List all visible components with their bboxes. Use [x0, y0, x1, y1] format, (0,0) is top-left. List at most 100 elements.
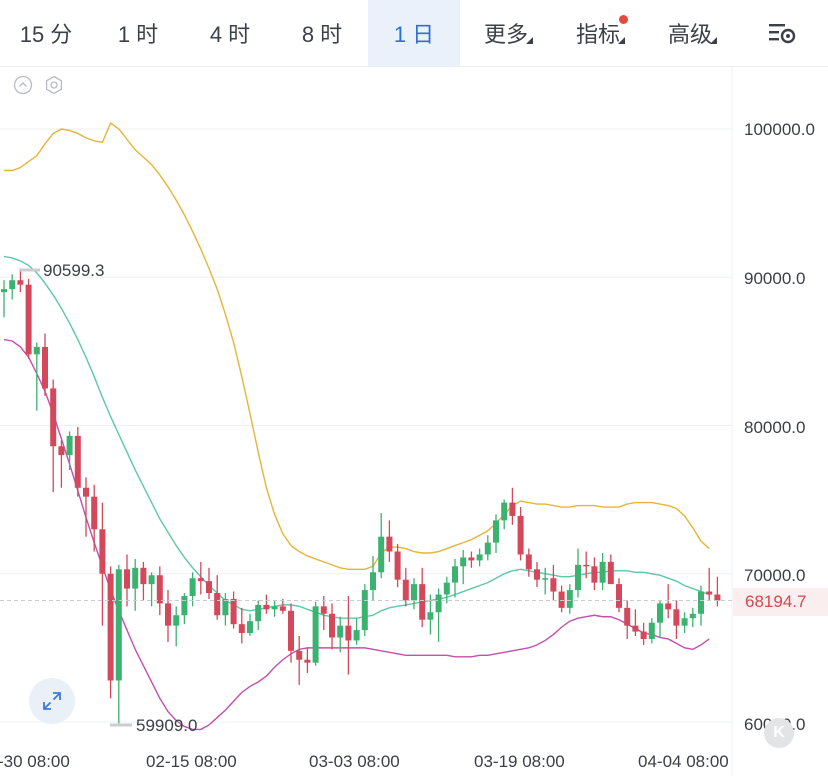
y-tick-label: 100000.0: [744, 120, 815, 139]
candle-body: [189, 578, 196, 596]
tab-8h[interactable]: 8 时: [276, 0, 368, 66]
candle-body: [255, 604, 262, 622]
candle-body: [632, 625, 639, 632]
candle-body: [476, 554, 483, 561]
candle-body: [525, 554, 532, 570]
tab-1h[interactable]: 1 时: [92, 0, 184, 66]
candle-body: [493, 520, 499, 543]
candle-body: [83, 487, 89, 497]
candle-body: [9, 280, 16, 290]
candle-body: [648, 622, 655, 639]
candle-body: [91, 496, 98, 530]
candle-body: [640, 631, 647, 639]
candle-body: [706, 591, 713, 595]
high-price-annotation: 90599.3: [43, 261, 105, 280]
candle-body: [550, 578, 557, 592]
tab-more[interactable]: 更多: [460, 0, 552, 66]
hexagon-settings-icon[interactable]: [44, 75, 64, 95]
candle-body: [206, 581, 212, 594]
candle-body: [25, 284, 32, 355]
candle-body: [411, 584, 417, 601]
tab-4h[interactable]: 4 时: [184, 0, 276, 66]
candle-body: [74, 435, 81, 488]
candle-body: [501, 502, 508, 521]
candle-body: [156, 575, 163, 604]
candle-body: [124, 569, 130, 589]
candle-body: [214, 593, 221, 616]
candle-body: [132, 567, 139, 589]
x-tick-label: 03-03 08:00: [309, 752, 400, 771]
candle-body: [337, 625, 344, 638]
x-tick-label: 03-19 08:00: [474, 752, 565, 771]
candle-body: [58, 446, 65, 456]
candle-body: [460, 557, 467, 567]
candle-body: [689, 613, 696, 619]
candle-body: [468, 557, 475, 561]
candle-body: [279, 606, 286, 611]
candle-body: [140, 567, 147, 585]
candle-body: [698, 591, 704, 614]
candle-body: [263, 604, 270, 610]
expand-arrows-icon: [43, 692, 61, 710]
candle-body: [419, 584, 426, 620]
candle-body: [296, 650, 303, 660]
candle-body: [107, 573, 114, 681]
lower-band-line: [3, 338, 710, 731]
tab-1d[interactable]: 1 日: [368, 0, 460, 66]
candle-body: [558, 591, 565, 608]
candle-body: [361, 590, 368, 631]
candle-body: [329, 613, 335, 638]
candle-body: [566, 590, 573, 608]
candle-body: [484, 542, 491, 555]
candle-body: [435, 594, 442, 613]
candle-body: [50, 388, 57, 447]
candle-body: [33, 346, 40, 355]
dropdown-triangle-icon: [526, 37, 533, 44]
notification-dot: [619, 15, 628, 24]
candle-body: [42, 346, 48, 389]
candle-body: [370, 572, 376, 591]
candle-body: [681, 618, 688, 626]
dropdown-triangle-icon: [618, 37, 625, 44]
candle-body: [115, 569, 122, 681]
tab-indicators[interactable]: 指标: [552, 0, 644, 66]
candle-body: [238, 624, 245, 634]
candle-body: [402, 579, 409, 601]
candle-body: [304, 659, 311, 663]
upper-band-line: [4, 121, 710, 571]
candle-body: [197, 578, 204, 582]
candle-body: [312, 606, 319, 663]
candle-body: [181, 595, 188, 616]
y-tick-label: 80000.0: [744, 418, 806, 437]
tab-advanced[interactable]: 高级: [644, 0, 736, 66]
expand-chart-button[interactable]: [29, 678, 75, 724]
y-tick-label: 70000.0: [744, 566, 806, 585]
candle-body: [616, 584, 622, 608]
candle-body: [665, 603, 672, 610]
candle-body: [345, 625, 352, 641]
candle-body: [271, 606, 278, 610]
current-price-tag: 68194.7: [733, 588, 828, 616]
x-tick-label: 04-04 08:00: [638, 752, 729, 771]
candle-body: [575, 564, 581, 591]
candle-body: [320, 606, 327, 614]
low-price-annotation: 59909.0: [136, 716, 198, 735]
y-tick-label: 90000.0: [744, 269, 806, 288]
candle-body: [66, 435, 73, 456]
candle-body: [99, 529, 106, 574]
candle-body: [443, 582, 450, 595]
candle-body: [591, 566, 598, 583]
candle-body: [378, 536, 385, 573]
candle-body: [534, 569, 540, 580]
middle-band-line: [3, 255, 710, 619]
chart-settings-button[interactable]: [736, 0, 828, 66]
candle-body: [517, 515, 524, 555]
tab-15m[interactable]: 15 分: [0, 0, 92, 66]
candle-body: [386, 536, 393, 552]
candle-body: [394, 551, 401, 580]
candle-body: [353, 630, 360, 641]
candle-body: [657, 603, 663, 623]
candle-body: [173, 615, 180, 626]
chevron-up-circle-icon[interactable]: [13, 75, 33, 95]
candle-body: [452, 566, 458, 583]
